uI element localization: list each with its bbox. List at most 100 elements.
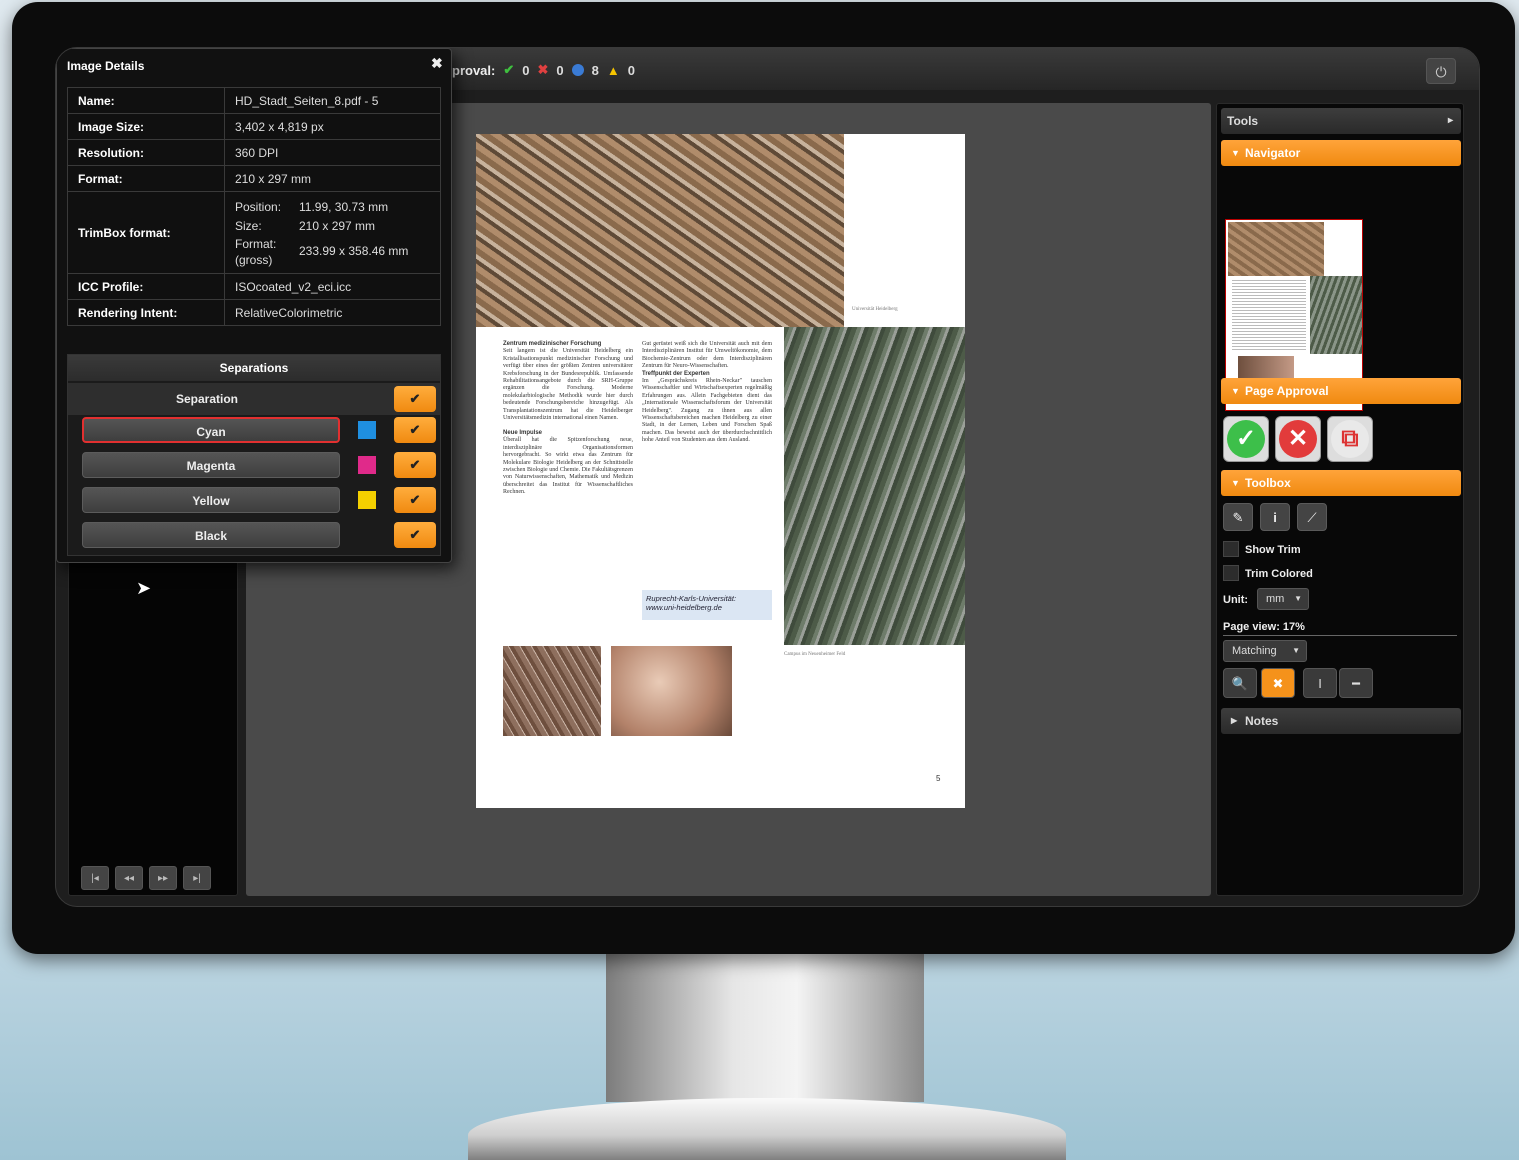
fit-height-icon[interactable]: I	[1303, 668, 1337, 698]
approval-summary: proval: ✔ 0 ✖ 0 8 ▲ 0	[452, 62, 635, 78]
metadata-row: Name: HD_Stadt_Seiten_8.pdf - 5	[67, 87, 441, 114]
expand-icon[interactable]: ▸	[1448, 108, 1453, 134]
info-box: Ruprecht-Karls-Universität: www.uni-heid…	[642, 590, 772, 620]
collapse-triangle-icon: ▼	[1231, 478, 1240, 488]
chevron-down-icon: ▼	[1292, 646, 1300, 655]
col1-text2: Überall hat die Spitzenforschung neue, i…	[503, 437, 633, 496]
page-view-mode-select[interactable]: Matching ▼	[1223, 640, 1307, 662]
separation-magenta-button[interactable]: Magenta	[82, 452, 340, 478]
page-number: 5	[936, 774, 941, 783]
tools-panel: Tools ▸ ▼ Navigator ▼ Page Approval ✓ ✕ …	[1216, 103, 1464, 896]
separation-cyan-button[interactable]: Cyan	[82, 417, 340, 443]
page-view-mode-value: Matching	[1232, 645, 1277, 657]
col1-heading: Zentrum medizinischer Forschung	[503, 341, 602, 347]
metadata-key: ICC Profile:	[67, 273, 225, 300]
separation-yellow-button[interactable]: Yellow	[82, 487, 340, 513]
eyedropper-icon[interactable]: ✎	[1223, 503, 1253, 531]
separations-panel: Separations Separation ✔ Cyan ✔ Magenta ✔ Ye…	[67, 354, 441, 556]
metadata-value: HD_Stadt_Seiten_8.pdf - 5	[224, 87, 441, 114]
separation-black-button[interactable]: Black	[82, 522, 340, 548]
photo-microscope	[503, 646, 601, 736]
separation-visible-checkbox[interactable]: ✔	[394, 417, 436, 443]
app-screen: proval: ✔ 0 ✖ 0 8 ▲ 0 ⏻ |◂ ◂◂ ▸▸ ▸| Univ…	[55, 47, 1480, 907]
color-swatch	[358, 421, 376, 439]
page-approval-header[interactable]: ▼ Page Approval	[1221, 378, 1461, 404]
pending-count: 8	[591, 62, 599, 78]
metadata-value: RelativeColorimetric	[224, 299, 441, 326]
approve-page-button[interactable]: ✓	[1223, 416, 1269, 462]
metadata-row: Rendering Intent: RelativeColorimetric	[67, 299, 441, 326]
text-column-1: Zentrum medizinischer Forschung Seit lan…	[503, 341, 633, 497]
ruler-icon[interactable]: ⟋	[1297, 503, 1327, 531]
toolbox-title: Toolbox	[1245, 476, 1291, 490]
unit-select-value: mm	[1266, 593, 1285, 605]
zoom-icon[interactable]: 🔍	[1223, 668, 1257, 698]
notes-header[interactable]: ▶ Notes	[1221, 708, 1461, 734]
close-icon[interactable]: ✖	[431, 55, 443, 72]
col1-text: Seit langem ist die Universität Heidelbe…	[503, 348, 633, 422]
color-swatch	[358, 456, 376, 474]
previous-page-button[interactable]: ◂◂	[115, 866, 143, 890]
chevron-down-icon: ▼	[1294, 594, 1302, 603]
metadata-value: 210 x 297 mm	[224, 165, 441, 192]
metadata-row: Format: 210 x 297 mm	[67, 165, 441, 192]
trimbox-position-label: Position:	[235, 199, 282, 214]
col1-heading2: Neue Impulse	[503, 429, 543, 436]
separations-title: Separations	[68, 355, 440, 381]
trim-colored-checkbox[interactable]	[1223, 565, 1239, 581]
metadata-value: ISOcoated_v2_eci.icc	[224, 273, 441, 300]
power-button[interactable]: ⏻	[1426, 58, 1456, 84]
show-trim-label: Show Trim	[1245, 544, 1301, 556]
aerial-photo-right	[784, 327, 965, 645]
document-page[interactable]: Universität Heidelberg Campus im Neuenhe…	[476, 134, 965, 808]
collapse-triangle-icon: ▼	[1231, 148, 1240, 158]
navigator-header[interactable]: ▼ Navigator	[1221, 140, 1461, 166]
first-page-button[interactable]: |◂	[81, 866, 109, 890]
page-navigation: |◂ ◂◂ ▸▸ ▸|	[81, 866, 211, 890]
toolbox-header[interactable]: ▼ Toolbox	[1221, 470, 1461, 496]
info-icon[interactable]: i	[1260, 503, 1290, 531]
compare-page-button[interactable]: ⧉	[1327, 416, 1373, 462]
caption-right: Campus im Neuenheimer Feld	[784, 652, 846, 657]
toggle-all-separations-button[interactable]: ✔	[394, 386, 436, 412]
approved-count: 0	[522, 62, 530, 78]
unit-select[interactable]: mm ▼	[1257, 588, 1309, 610]
separation-header-row: Separation ✔	[68, 383, 440, 415]
collapse-triangle-icon: ▼	[1231, 386, 1240, 396]
rejected-icon: ✖	[537, 62, 549, 77]
reject-icon: ✕	[1279, 420, 1317, 458]
expand-triangle-icon: ▶	[1231, 716, 1238, 725]
separation-header-label: Separation	[175, 392, 238, 406]
page-approval-title: Page Approval	[1245, 384, 1329, 398]
separation-visible-checkbox[interactable]: ✔	[394, 487, 436, 513]
color-swatch	[358, 491, 376, 509]
metadata-key: Format:	[67, 165, 225, 192]
col2-text2: Im „Gesprächskreis Rhein-Neckar" tausche…	[642, 378, 772, 444]
pending-icon	[571, 64, 584, 76]
page-view-divider	[1223, 635, 1457, 636]
metadata-row: Image Size: 3,402 x 4,819 px	[67, 113, 441, 140]
metadata-row: Resolution: 360 DPI	[67, 139, 441, 166]
image-metadata-table: Name: HD_Stadt_Seiten_8.pdf - 5 Image Size…	[67, 87, 441, 326]
trimbox-key: TrimBox format:	[67, 191, 225, 274]
warning-count: 0	[627, 62, 635, 78]
last-page-button[interactable]: ▸|	[183, 866, 211, 890]
approval-label: proval:	[452, 62, 496, 78]
compare-icon: ⧉	[1331, 420, 1369, 458]
col2-heading: Treffpunkt der Experten	[642, 370, 710, 377]
caption-top: Universität Heidelberg	[852, 307, 898, 312]
separation-visible-checkbox[interactable]: ✔	[394, 522, 436, 548]
page-view-value: 17%	[1282, 621, 1305, 633]
navigator-title: Navigator	[1245, 146, 1301, 160]
fit-page-icon[interactable]: ✖	[1261, 668, 1295, 698]
trimbox-size-label: Size:	[235, 218, 262, 233]
reject-page-button[interactable]: ✕	[1275, 416, 1321, 462]
trimbox-row: TrimBox format: Position: 11.99, 30.73 mm S…	[67, 191, 441, 274]
separation-visible-checkbox[interactable]: ✔	[394, 452, 436, 478]
show-trim-checkbox[interactable]	[1223, 541, 1239, 557]
trimbox-value: Position: 11.99, 30.73 mm Size: 210 x 297 m…	[224, 191, 441, 274]
next-page-button[interactable]: ▸▸	[149, 866, 177, 890]
text-column-2: Gut gerüstet weiß sich die Universität a…	[642, 341, 772, 445]
fit-width-icon[interactable]: ━	[1339, 668, 1373, 698]
rejected-count: 0	[556, 62, 564, 78]
